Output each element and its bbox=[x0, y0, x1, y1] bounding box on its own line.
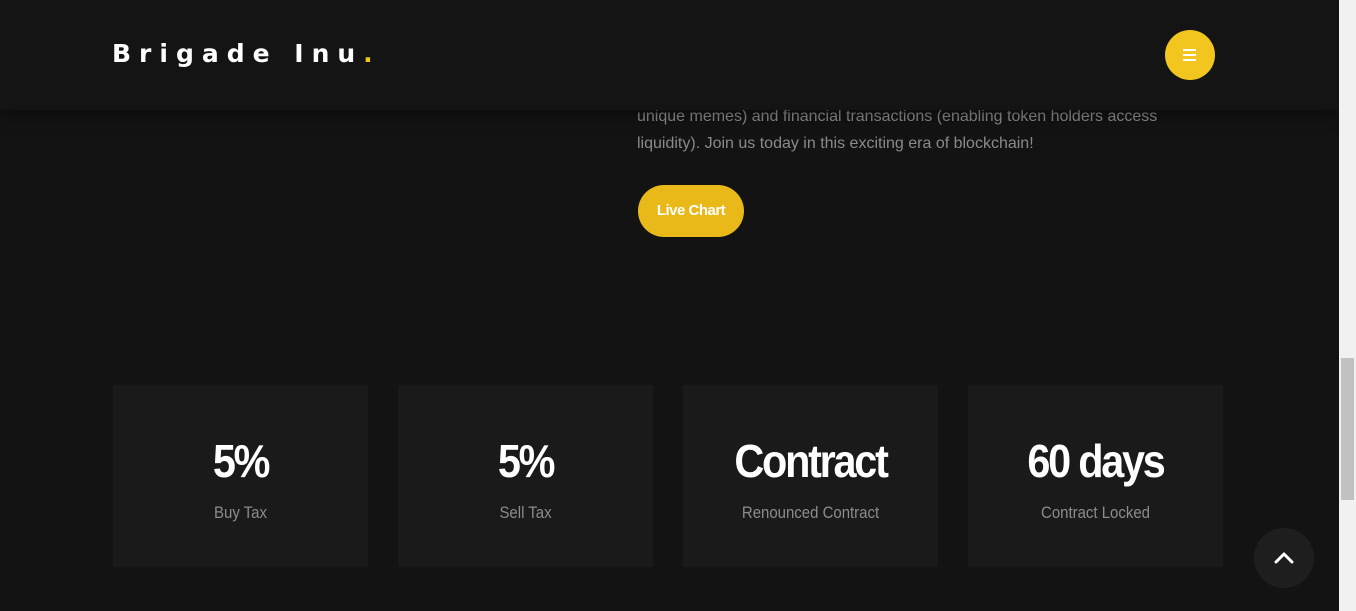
stat-value: 5% bbox=[497, 435, 556, 487]
stat-card-contract: Contract Renounced Contract bbox=[683, 385, 938, 567]
brand-logo[interactable]: Brigade Inu. bbox=[112, 36, 373, 72]
logo-dot: . bbox=[363, 39, 373, 68]
stat-label: Sell Tax bbox=[499, 503, 552, 522]
about-line-2: liquidity). Join us today in this exciti… bbox=[637, 135, 1034, 152]
stat-card-locked: 60 days Contract Locked bbox=[968, 385, 1223, 567]
page-scrollbar[interactable] bbox=[1339, 0, 1356, 611]
hamburger-menu-icon bbox=[1183, 49, 1196, 51]
stat-label: Buy Tax bbox=[214, 503, 267, 522]
stat-value: 5% bbox=[212, 435, 271, 487]
live-chart-button[interactable]: Live Chart bbox=[638, 185, 744, 237]
scrollbar-thumb[interactable] bbox=[1341, 358, 1354, 500]
hamburger-menu-icon-bar bbox=[1183, 54, 1196, 56]
stat-label: Contract Locked bbox=[1041, 503, 1150, 522]
stat-card-sell-tax: 5% Sell Tax bbox=[398, 385, 653, 567]
logo-text: Brigade Inu bbox=[112, 39, 364, 68]
chevron-up-icon bbox=[1274, 552, 1294, 564]
page: unique memes) and financial transactions… bbox=[0, 0, 1339, 611]
stat-value: Contract bbox=[734, 435, 888, 487]
menu-button[interactable] bbox=[1165, 30, 1215, 80]
hamburger-menu-icon-bar bbox=[1183, 59, 1196, 61]
scroll-to-top-button[interactable] bbox=[1254, 528, 1314, 588]
site-header: Brigade Inu. bbox=[0, 0, 1339, 110]
stat-card-buy-tax: 5% Buy Tax bbox=[113, 385, 368, 567]
stat-value: 60 days bbox=[1027, 435, 1165, 487]
stat-label: Renounced Contract bbox=[741, 503, 880, 522]
